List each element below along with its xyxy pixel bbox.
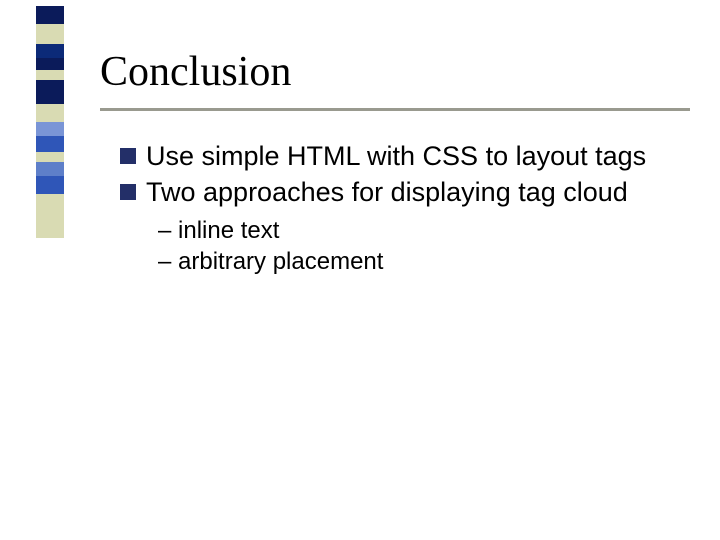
slide-body: Conclusion [100,48,680,104]
square-bullet-icon [120,148,136,164]
bullet-text: Two approaches for displaying tag cloud [146,176,628,208]
square-bullet-icon [120,184,136,200]
decor-block [36,36,64,44]
decor-block [36,88,64,104]
decorative-sidebar [36,6,64,238]
decor-block [36,136,64,152]
sub-bullet-text: – arbitrary placement [158,246,680,277]
decor-block [36,44,64,58]
slide-content: Use simple HTML with CSS to layout tags … [120,140,680,277]
decor-block [36,70,64,80]
decor-block [36,162,64,176]
sub-bullet-list: – inline text – arbitrary placement [158,215,680,277]
sub-bullet-text: – inline text [158,215,680,246]
decor-block [36,152,64,162]
decor-block [36,80,64,88]
decor-block [36,24,64,36]
slide-title: Conclusion [100,48,680,96]
decor-block [36,58,64,70]
decor-block [36,214,64,238]
decor-block [36,194,64,214]
bullet-text: Use simple HTML with CSS to layout tags [146,140,646,172]
title-underline [100,108,690,111]
decor-block [36,122,64,136]
decor-block [36,6,64,24]
decor-block [36,176,64,194]
bullet-item: Two approaches for displaying tag cloud [120,176,680,208]
bullet-item: Use simple HTML with CSS to layout tags [120,140,680,172]
decor-block [36,104,64,122]
